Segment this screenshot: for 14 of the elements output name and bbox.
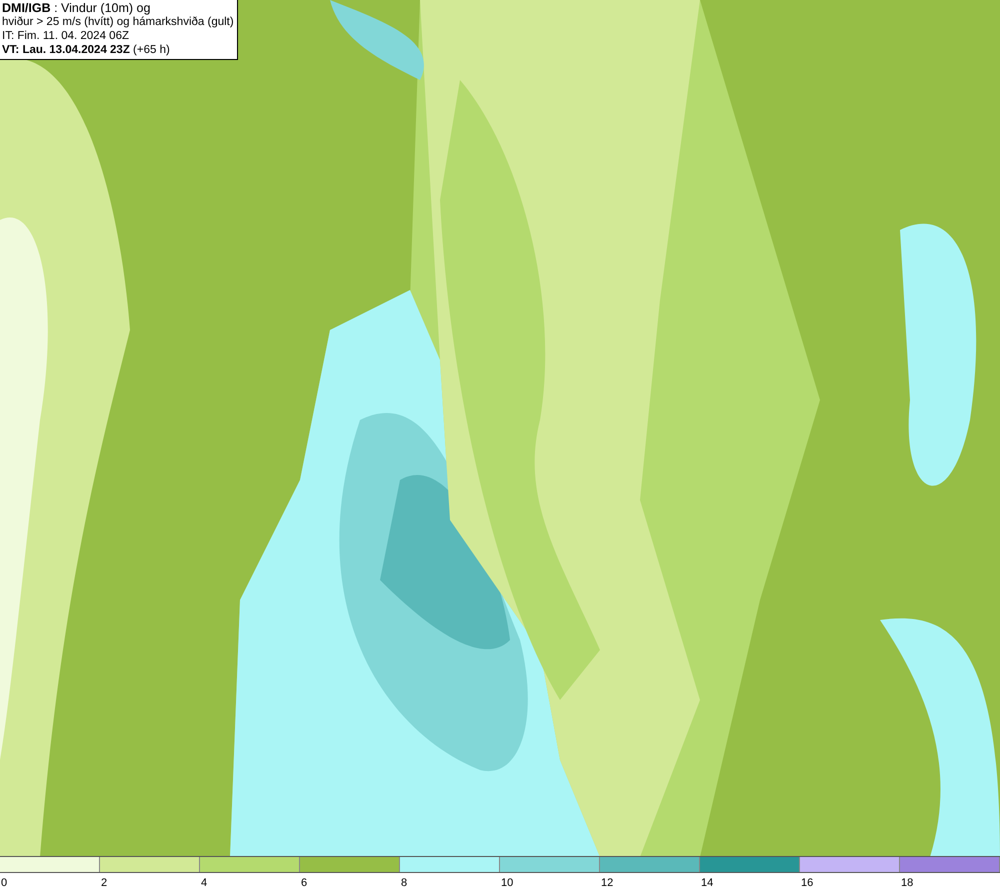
scale-label: 18 xyxy=(900,877,914,887)
scale-label: 6 xyxy=(300,877,308,887)
legend-text: DMI/IGB : Vindur (10m) og xyxy=(2,1,152,15)
legend-text: hviður > 25 m/s (hvítt) og hámarkshviða (gult) xyxy=(2,15,234,29)
scale-label: 2 xyxy=(100,877,108,887)
scale-label: 14 xyxy=(700,877,714,887)
scale-label: 16 xyxy=(800,877,814,887)
scale-label: 10 xyxy=(500,877,514,887)
legend-text: VT: Lau. 13.04.2024 23Z (+65 h) xyxy=(2,43,171,57)
scale-label: 8 xyxy=(400,877,408,887)
scale-label: 12 xyxy=(600,877,614,887)
legend-text: IT: Fim. 11. 04. 2024 06Z xyxy=(2,29,130,43)
scale-label: 0 xyxy=(0,877,8,887)
scale-label: 4 xyxy=(200,877,208,887)
